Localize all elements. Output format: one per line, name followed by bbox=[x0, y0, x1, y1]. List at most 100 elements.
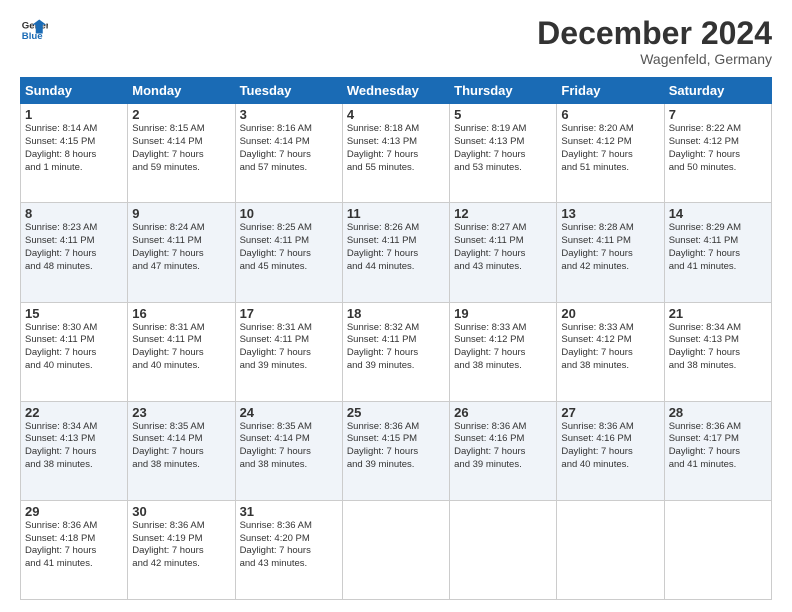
calendar-cell: 14Sunrise: 8:29 AM Sunset: 4:11 PM Dayli… bbox=[664, 203, 771, 302]
cell-text: Sunrise: 8:32 AM Sunset: 4:11 PM Dayligh… bbox=[347, 322, 445, 373]
cell-text: Sunrise: 8:31 AM Sunset: 4:11 PM Dayligh… bbox=[132, 322, 230, 373]
cell-text: Sunrise: 8:14 AM Sunset: 4:15 PM Dayligh… bbox=[25, 123, 123, 174]
calendar-cell: 28Sunrise: 8:36 AM Sunset: 4:17 PM Dayli… bbox=[664, 401, 771, 500]
calendar-cell: 5Sunrise: 8:19 AM Sunset: 4:13 PM Daylig… bbox=[450, 104, 557, 203]
day-number: 21 bbox=[669, 306, 767, 321]
calendar-cell: 29Sunrise: 8:36 AM Sunset: 4:18 PM Dayli… bbox=[21, 500, 128, 599]
cell-text: Sunrise: 8:27 AM Sunset: 4:11 PM Dayligh… bbox=[454, 222, 552, 273]
cell-text: Sunrise: 8:29 AM Sunset: 4:11 PM Dayligh… bbox=[669, 222, 767, 273]
logo-icon: General Blue bbox=[20, 16, 48, 44]
cell-text: Sunrise: 8:26 AM Sunset: 4:11 PM Dayligh… bbox=[347, 222, 445, 273]
day-number: 20 bbox=[561, 306, 659, 321]
day-number: 12 bbox=[454, 206, 552, 221]
day-number: 23 bbox=[132, 405, 230, 420]
day-header-tuesday: Tuesday bbox=[235, 78, 342, 104]
day-number: 5 bbox=[454, 107, 552, 122]
day-number: 3 bbox=[240, 107, 338, 122]
calendar-cell: 25Sunrise: 8:36 AM Sunset: 4:15 PM Dayli… bbox=[342, 401, 449, 500]
calendar-cell bbox=[664, 500, 771, 599]
calendar-week-row: 15Sunrise: 8:30 AM Sunset: 4:11 PM Dayli… bbox=[21, 302, 772, 401]
calendar-cell: 10Sunrise: 8:25 AM Sunset: 4:11 PM Dayli… bbox=[235, 203, 342, 302]
day-number: 26 bbox=[454, 405, 552, 420]
day-header-sunday: Sunday bbox=[21, 78, 128, 104]
location: Wagenfeld, Germany bbox=[537, 51, 772, 67]
day-number: 17 bbox=[240, 306, 338, 321]
day-number: 31 bbox=[240, 504, 338, 519]
day-number: 28 bbox=[669, 405, 767, 420]
day-number: 1 bbox=[25, 107, 123, 122]
calendar-cell: 3Sunrise: 8:16 AM Sunset: 4:14 PM Daylig… bbox=[235, 104, 342, 203]
cell-text: Sunrise: 8:36 AM Sunset: 4:16 PM Dayligh… bbox=[561, 421, 659, 472]
calendar-week-row: 29Sunrise: 8:36 AM Sunset: 4:18 PM Dayli… bbox=[21, 500, 772, 599]
cell-text: Sunrise: 8:15 AM Sunset: 4:14 PM Dayligh… bbox=[132, 123, 230, 174]
cell-text: Sunrise: 8:18 AM Sunset: 4:13 PM Dayligh… bbox=[347, 123, 445, 174]
cell-text: Sunrise: 8:16 AM Sunset: 4:14 PM Dayligh… bbox=[240, 123, 338, 174]
logo: General Blue bbox=[20, 16, 48, 44]
calendar-cell: 15Sunrise: 8:30 AM Sunset: 4:11 PM Dayli… bbox=[21, 302, 128, 401]
day-number: 18 bbox=[347, 306, 445, 321]
cell-text: Sunrise: 8:35 AM Sunset: 4:14 PM Dayligh… bbox=[240, 421, 338, 472]
calendar-cell: 16Sunrise: 8:31 AM Sunset: 4:11 PM Dayli… bbox=[128, 302, 235, 401]
page: General Blue December 2024 Wagenfeld, Ge… bbox=[0, 0, 792, 612]
day-number: 29 bbox=[25, 504, 123, 519]
cell-text: Sunrise: 8:35 AM Sunset: 4:14 PM Dayligh… bbox=[132, 421, 230, 472]
cell-text: Sunrise: 8:19 AM Sunset: 4:13 PM Dayligh… bbox=[454, 123, 552, 174]
day-header-friday: Friday bbox=[557, 78, 664, 104]
cell-text: Sunrise: 8:34 AM Sunset: 4:13 PM Dayligh… bbox=[669, 322, 767, 373]
day-number: 14 bbox=[669, 206, 767, 221]
calendar-cell: 31Sunrise: 8:36 AM Sunset: 4:20 PM Dayli… bbox=[235, 500, 342, 599]
title-block: December 2024 Wagenfeld, Germany bbox=[537, 16, 772, 67]
calendar-cell bbox=[450, 500, 557, 599]
day-number: 30 bbox=[132, 504, 230, 519]
day-number: 4 bbox=[347, 107, 445, 122]
calendar-week-row: 1Sunrise: 8:14 AM Sunset: 4:15 PM Daylig… bbox=[21, 104, 772, 203]
day-number: 9 bbox=[132, 206, 230, 221]
cell-text: Sunrise: 8:36 AM Sunset: 4:17 PM Dayligh… bbox=[669, 421, 767, 472]
header: General Blue December 2024 Wagenfeld, Ge… bbox=[20, 16, 772, 67]
cell-text: Sunrise: 8:33 AM Sunset: 4:12 PM Dayligh… bbox=[454, 322, 552, 373]
cell-text: Sunrise: 8:28 AM Sunset: 4:11 PM Dayligh… bbox=[561, 222, 659, 273]
calendar-cell: 9Sunrise: 8:24 AM Sunset: 4:11 PM Daylig… bbox=[128, 203, 235, 302]
calendar-cell: 2Sunrise: 8:15 AM Sunset: 4:14 PM Daylig… bbox=[128, 104, 235, 203]
cell-text: Sunrise: 8:30 AM Sunset: 4:11 PM Dayligh… bbox=[25, 322, 123, 373]
calendar-cell: 24Sunrise: 8:35 AM Sunset: 4:14 PM Dayli… bbox=[235, 401, 342, 500]
calendar-cell: 18Sunrise: 8:32 AM Sunset: 4:11 PM Dayli… bbox=[342, 302, 449, 401]
cell-text: Sunrise: 8:20 AM Sunset: 4:12 PM Dayligh… bbox=[561, 123, 659, 174]
day-number: 8 bbox=[25, 206, 123, 221]
day-number: 2 bbox=[132, 107, 230, 122]
calendar-cell: 19Sunrise: 8:33 AM Sunset: 4:12 PM Dayli… bbox=[450, 302, 557, 401]
day-header-thursday: Thursday bbox=[450, 78, 557, 104]
cell-text: Sunrise: 8:23 AM Sunset: 4:11 PM Dayligh… bbox=[25, 222, 123, 273]
calendar-cell: 13Sunrise: 8:28 AM Sunset: 4:11 PM Dayli… bbox=[557, 203, 664, 302]
calendar-cell: 22Sunrise: 8:34 AM Sunset: 4:13 PM Dayli… bbox=[21, 401, 128, 500]
cell-text: Sunrise: 8:36 AM Sunset: 4:20 PM Dayligh… bbox=[240, 520, 338, 571]
calendar-cell: 30Sunrise: 8:36 AM Sunset: 4:19 PM Dayli… bbox=[128, 500, 235, 599]
calendar-cell: 21Sunrise: 8:34 AM Sunset: 4:13 PM Dayli… bbox=[664, 302, 771, 401]
month-title: December 2024 bbox=[537, 16, 772, 51]
day-number: 27 bbox=[561, 405, 659, 420]
day-number: 13 bbox=[561, 206, 659, 221]
calendar-cell: 12Sunrise: 8:27 AM Sunset: 4:11 PM Dayli… bbox=[450, 203, 557, 302]
day-number: 25 bbox=[347, 405, 445, 420]
day-number: 6 bbox=[561, 107, 659, 122]
day-header-wednesday: Wednesday bbox=[342, 78, 449, 104]
calendar-cell: 6Sunrise: 8:20 AM Sunset: 4:12 PM Daylig… bbox=[557, 104, 664, 203]
calendar-cell: 8Sunrise: 8:23 AM Sunset: 4:11 PM Daylig… bbox=[21, 203, 128, 302]
cell-text: Sunrise: 8:25 AM Sunset: 4:11 PM Dayligh… bbox=[240, 222, 338, 273]
calendar-header-row: SundayMondayTuesdayWednesdayThursdayFrid… bbox=[21, 78, 772, 104]
cell-text: Sunrise: 8:33 AM Sunset: 4:12 PM Dayligh… bbox=[561, 322, 659, 373]
cell-text: Sunrise: 8:24 AM Sunset: 4:11 PM Dayligh… bbox=[132, 222, 230, 273]
calendar-cell bbox=[557, 500, 664, 599]
svg-text:General: General bbox=[22, 20, 48, 31]
day-number: 11 bbox=[347, 206, 445, 221]
calendar-cell: 27Sunrise: 8:36 AM Sunset: 4:16 PM Dayli… bbox=[557, 401, 664, 500]
calendar-cell: 1Sunrise: 8:14 AM Sunset: 4:15 PM Daylig… bbox=[21, 104, 128, 203]
calendar-cell bbox=[342, 500, 449, 599]
day-header-saturday: Saturday bbox=[664, 78, 771, 104]
cell-text: Sunrise: 8:36 AM Sunset: 4:19 PM Dayligh… bbox=[132, 520, 230, 571]
day-number: 24 bbox=[240, 405, 338, 420]
cell-text: Sunrise: 8:36 AM Sunset: 4:15 PM Dayligh… bbox=[347, 421, 445, 472]
cell-text: Sunrise: 8:31 AM Sunset: 4:11 PM Dayligh… bbox=[240, 322, 338, 373]
cell-text: Sunrise: 8:36 AM Sunset: 4:18 PM Dayligh… bbox=[25, 520, 123, 571]
calendar-cell: 26Sunrise: 8:36 AM Sunset: 4:16 PM Dayli… bbox=[450, 401, 557, 500]
